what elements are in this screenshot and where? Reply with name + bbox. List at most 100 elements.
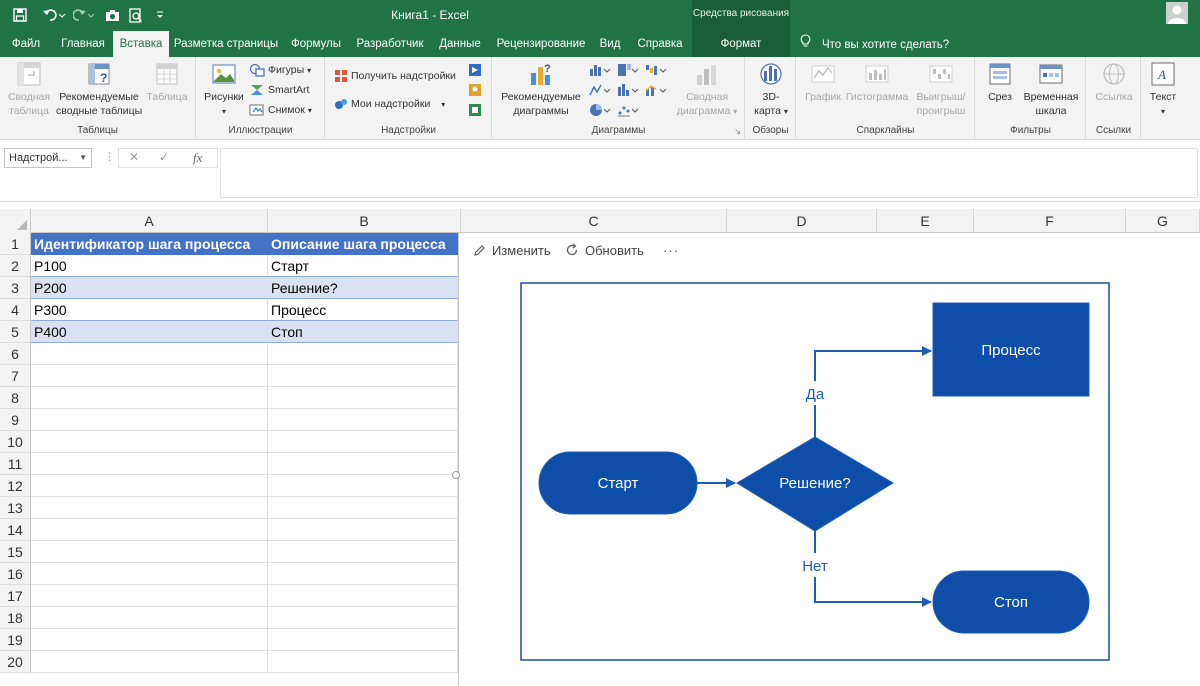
table-cell[interactable] bbox=[268, 607, 458, 629]
table-cell[interactable] bbox=[268, 651, 458, 673]
table-cell[interactable] bbox=[31, 651, 268, 673]
row-header[interactable]: 20 bbox=[0, 651, 31, 673]
people-graph-icon[interactable] bbox=[468, 83, 490, 99]
tab-formulas[interactable]: Формулы bbox=[286, 31, 346, 57]
table-header-cell[interactable]: Идентификатор шага процесса bbox=[31, 233, 268, 255]
table-cell[interactable]: Решение? bbox=[268, 277, 458, 299]
table-cell[interactable] bbox=[268, 409, 458, 431]
row-header[interactable]: 18 bbox=[0, 607, 31, 629]
pivot-table-button[interactable]: Сводная таблица bbox=[4, 61, 54, 118]
shapes-button[interactable]: Фигуры ▾ bbox=[249, 61, 311, 79]
table-cell[interactable]: Стоп bbox=[268, 321, 458, 343]
sparkline-column-button[interactable]: Гистограмма bbox=[845, 61, 909, 104]
select-all-button[interactable] bbox=[0, 209, 31, 233]
tab-page-layout[interactable]: Разметка страницы bbox=[172, 31, 280, 57]
column-header-f[interactable]: F bbox=[974, 209, 1126, 233]
row-header[interactable]: 9 bbox=[0, 409, 31, 431]
tell-me-search[interactable]: Что вы хотите сделать? bbox=[800, 31, 949, 57]
tab-file[interactable]: Файл bbox=[6, 31, 46, 57]
row-header[interactable]: 8 bbox=[0, 387, 31, 409]
table-button[interactable]: Таблица bbox=[144, 61, 190, 104]
bing-maps-icon[interactable] bbox=[468, 63, 490, 79]
table-cell[interactable]: P200 bbox=[31, 277, 268, 299]
table-header-cell[interactable]: Описание шага процесса bbox=[268, 233, 458, 255]
name-box[interactable]: Надстрой... ▼ bbox=[4, 148, 92, 168]
table-cell[interactable] bbox=[268, 387, 458, 409]
table-cell[interactable] bbox=[268, 629, 458, 651]
formula-input[interactable] bbox=[220, 148, 1198, 198]
table-cell[interactable] bbox=[31, 409, 268, 431]
text-button[interactable]: A Текст ▾ bbox=[1144, 61, 1182, 119]
row-header[interactable]: 19 bbox=[0, 629, 31, 651]
table-cell[interactable]: Процесс bbox=[268, 299, 458, 321]
table-cell[interactable] bbox=[31, 475, 268, 497]
tab-view[interactable]: Вид bbox=[596, 31, 624, 57]
table-cell[interactable] bbox=[31, 365, 268, 387]
slicer-button[interactable]: Срез bbox=[982, 61, 1018, 104]
column-header-g[interactable]: G bbox=[1126, 209, 1200, 233]
smartart-button[interactable]: SmartArt bbox=[249, 81, 309, 99]
column-header-d[interactable]: D bbox=[727, 209, 877, 233]
row-header[interactable]: 15 bbox=[0, 541, 31, 563]
row-header[interactable]: 16 bbox=[0, 563, 31, 585]
row-header[interactable]: 12 bbox=[0, 475, 31, 497]
table-cell[interactable] bbox=[31, 497, 268, 519]
my-addins-button[interactable]: Мои надстройки ▾ bbox=[334, 95, 445, 113]
table-cell[interactable]: P100 bbox=[31, 255, 268, 277]
row-header[interactable]: 4 bbox=[0, 299, 31, 321]
row-header[interactable]: 17 bbox=[0, 585, 31, 607]
tab-format[interactable]: Формат bbox=[692, 31, 790, 57]
table-cell[interactable] bbox=[31, 563, 268, 585]
row-header[interactable]: 6 bbox=[0, 343, 31, 365]
table-cell[interactable] bbox=[268, 519, 458, 541]
row-header[interactable]: 10 bbox=[0, 431, 31, 453]
user-avatar-icon[interactable] bbox=[1166, 2, 1188, 24]
row-header[interactable]: 1 bbox=[0, 233, 31, 255]
hierarchy-chart-icon[interactable] bbox=[617, 63, 639, 79]
waterfall-chart-icon[interactable] bbox=[645, 63, 667, 79]
pictures-button[interactable]: Рисунки ▾ bbox=[201, 61, 247, 119]
tab-developer[interactable]: Разработчик bbox=[352, 31, 428, 57]
pivot-chart-button[interactable]: Сводная диаграмма ▾ bbox=[675, 61, 739, 119]
table-cell[interactable] bbox=[31, 541, 268, 563]
recommended-pivot-button[interactable]: ? Рекомендуемые сводные таблицы bbox=[56, 61, 142, 118]
column-header-b[interactable]: B bbox=[268, 209, 461, 233]
table-cell[interactable] bbox=[268, 365, 458, 387]
sparkline-line-button[interactable]: График bbox=[803, 61, 843, 104]
table-cell[interactable] bbox=[268, 563, 458, 585]
tab-home[interactable]: Главная bbox=[54, 31, 112, 57]
table-cell[interactable] bbox=[31, 519, 268, 541]
tab-help[interactable]: Справка bbox=[632, 31, 688, 57]
table-cell[interactable] bbox=[31, 343, 268, 365]
tab-data[interactable]: Данные bbox=[434, 31, 486, 57]
flowchart-diagram[interactable]: Да Нет Старт Решение? Процесс Стоп bbox=[459, 233, 1200, 686]
visio-data-visualizer-icon[interactable] bbox=[468, 103, 490, 119]
row-header[interactable]: 14 bbox=[0, 519, 31, 541]
table-cell[interactable]: Старт bbox=[268, 255, 458, 277]
scatter-chart-icon[interactable] bbox=[617, 103, 639, 119]
pie-chart-icon[interactable] bbox=[589, 103, 611, 119]
table-cell[interactable] bbox=[268, 431, 458, 453]
link-button[interactable]: Ссылка bbox=[1091, 61, 1137, 104]
row-header[interactable]: 13 bbox=[0, 497, 31, 519]
cancel-icon[interactable]: ✕ bbox=[129, 150, 139, 164]
table-cell[interactable] bbox=[268, 343, 458, 365]
table-cell[interactable] bbox=[31, 585, 268, 607]
table-cell[interactable] bbox=[31, 607, 268, 629]
table-cell[interactable] bbox=[268, 585, 458, 607]
charts-dialog-launcher-icon[interactable]: ↘ bbox=[734, 127, 741, 136]
table-cell[interactable] bbox=[268, 497, 458, 519]
screenshot-button[interactable]: Снимок ▾ bbox=[249, 101, 312, 119]
column-header-c[interactable]: C bbox=[461, 209, 727, 233]
combo-chart-icon[interactable] bbox=[645, 83, 667, 99]
line-chart-icon[interactable] bbox=[589, 83, 611, 99]
pane-resize-handle[interactable] bbox=[452, 471, 460, 479]
table-cell[interactable] bbox=[268, 475, 458, 497]
row-header[interactable]: 2 bbox=[0, 255, 31, 277]
enter-icon[interactable]: ✓ bbox=[159, 150, 169, 164]
column-header-e[interactable]: E bbox=[877, 209, 974, 233]
tab-insert[interactable]: Вставка bbox=[113, 31, 169, 57]
row-header[interactable]: 3 bbox=[0, 277, 31, 299]
table-cell[interactable] bbox=[31, 453, 268, 475]
column-chart-icon[interactable] bbox=[589, 63, 611, 79]
